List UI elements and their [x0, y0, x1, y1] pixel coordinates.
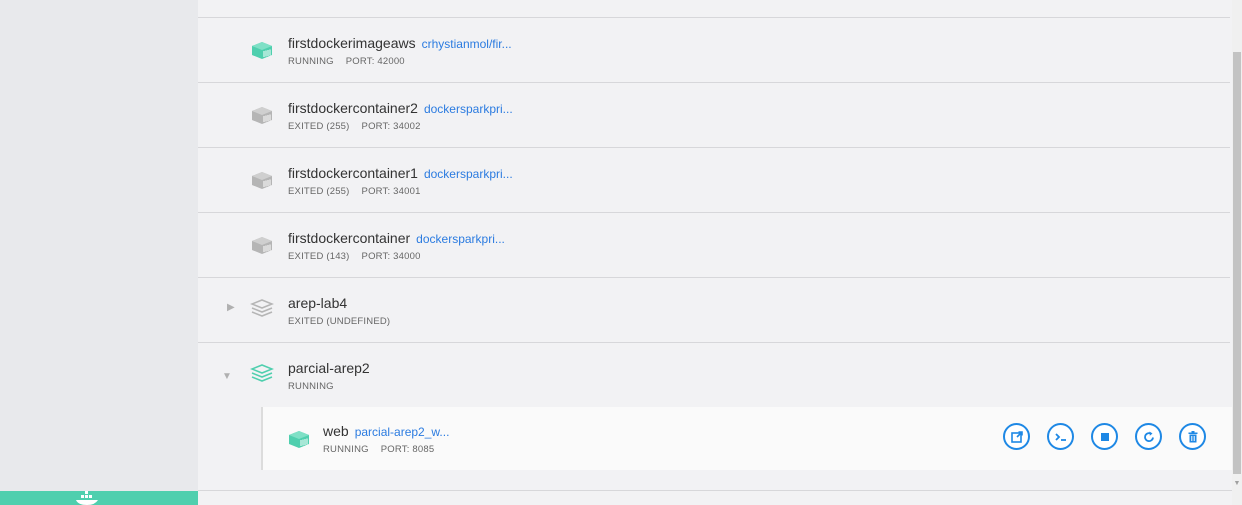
vertical-scrollbar[interactable]: ▼ [1232, 0, 1242, 505]
app-name: arep-lab4 [288, 295, 347, 311]
app-row[interactable]: ▶ arep-lab4 EXITED (UNDEFINED) [198, 278, 1230, 343]
app-row[interactable]: ▼ parcial-arep2 RUNNING [198, 343, 1230, 406]
container-name: firstdockerimageaws crhystianmol/fir... [288, 35, 512, 51]
image-link[interactable]: parcial-arep2_w... [355, 425, 450, 439]
status-text: RUNNING [288, 381, 334, 392]
port-text: PORT: 34002 [361, 121, 421, 132]
container-row[interactable]: firstdockercontainer dockersparkpri... EX… [198, 213, 1230, 278]
image-link[interactable]: dockersparkpri... [416, 232, 505, 246]
port-text: PORT: 34001 [361, 186, 421, 197]
container-meta: EXITED (143) PORT: 34000 [288, 251, 421, 262]
image-link[interactable]: crhystianmol/fir... [422, 37, 512, 51]
container-name-text: web [323, 423, 349, 439]
container-meta: EXITED (255) PORT: 34001 [288, 186, 421, 197]
container-meta: RUNNING PORT: 42000 [288, 56, 405, 67]
app-stack-exited-icon [250, 299, 274, 317]
restart-button[interactable] [1135, 423, 1162, 450]
container-name-text: firstdockerimageaws [288, 35, 416, 51]
child-container-row[interactable]: web parcial-arep2_w... RUNNING PORT: 8085 [261, 407, 1232, 470]
scroll-down-arrow-icon[interactable]: ▼ [1233, 480, 1241, 488]
port-text: PORT: 34000 [361, 251, 421, 262]
chevron-right-icon[interactable]: ▶ [227, 302, 235, 313]
app-name-text: parcial-arep2 [288, 360, 370, 376]
container-meta: RUNNING PORT: 8085 [323, 444, 434, 455]
app-stack-running-icon [250, 364, 274, 382]
status-text: EXITED (143) [288, 251, 350, 262]
container-running-icon [289, 431, 309, 448]
scrollbar-thumb[interactable] [1233, 52, 1241, 474]
docker-whale-icon [76, 491, 98, 505]
container-name: web parcial-arep2_w... [323, 423, 449, 439]
container-row[interactable]: firstdockercontainer2 dockersparkpri... E… [198, 83, 1230, 148]
container-running-icon [252, 42, 272, 59]
sidebar [0, 0, 198, 505]
container-name-text: firstdockercontainer1 [288, 165, 418, 181]
image-link[interactable]: dockersparkpri... [424, 167, 513, 181]
open-in-browser-button[interactable] [1003, 423, 1030, 450]
divider [198, 490, 1232, 491]
delete-button[interactable] [1179, 423, 1206, 450]
cli-button[interactable] [1047, 423, 1074, 450]
container-exited-icon [252, 237, 272, 254]
external-link-icon [1010, 430, 1023, 443]
status-text: EXITED (255) [288, 121, 350, 132]
container-exited-icon [252, 172, 272, 189]
app-meta: EXITED (UNDEFINED) [288, 316, 390, 327]
restart-icon [1143, 431, 1154, 442]
port-text: PORT: 8085 [380, 444, 435, 455]
container-name: firstdockercontainer1 dockersparkpri... [288, 165, 513, 181]
app-meta: RUNNING [288, 381, 334, 392]
stop-button[interactable] [1091, 423, 1118, 450]
container-exited-icon [252, 107, 272, 124]
port-text: PORT: 42000 [345, 56, 405, 67]
terminal-icon [1054, 432, 1066, 441]
trash-icon [1188, 430, 1197, 442]
status-text: EXITED (255) [288, 186, 350, 197]
container-name-text: firstdockercontainer2 [288, 100, 418, 116]
stop-icon [1100, 432, 1109, 441]
container-name: firstdockercontainer2 dockersparkpri... [288, 100, 513, 116]
container-list: firstdockerimageaws crhystianmol/fir... R… [198, 0, 1232, 505]
container-row[interactable]: firstdockerimageaws crhystianmol/fir... R… [198, 18, 1230, 83]
app-name-text: arep-lab4 [288, 295, 348, 311]
container-meta: EXITED (255) PORT: 34002 [288, 121, 421, 132]
sidebar-footer[interactable] [0, 491, 198, 505]
app-name: parcial-arep2 [288, 360, 370, 376]
status-text: EXITED (UNDEFINED) [288, 316, 391, 327]
status-text: RUNNING [288, 56, 334, 67]
status-text: RUNNING [323, 444, 369, 455]
container-name-text: firstdockercontainer [288, 230, 411, 246]
chevron-down-icon[interactable]: ▼ [222, 371, 232, 382]
container-row[interactable]: firstdockercontainer1 dockersparkpri... E… [198, 148, 1230, 213]
container-name: firstdockercontainer dockersparkpri... [288, 230, 505, 246]
image-link[interactable]: dockersparkpri... [424, 102, 513, 116]
